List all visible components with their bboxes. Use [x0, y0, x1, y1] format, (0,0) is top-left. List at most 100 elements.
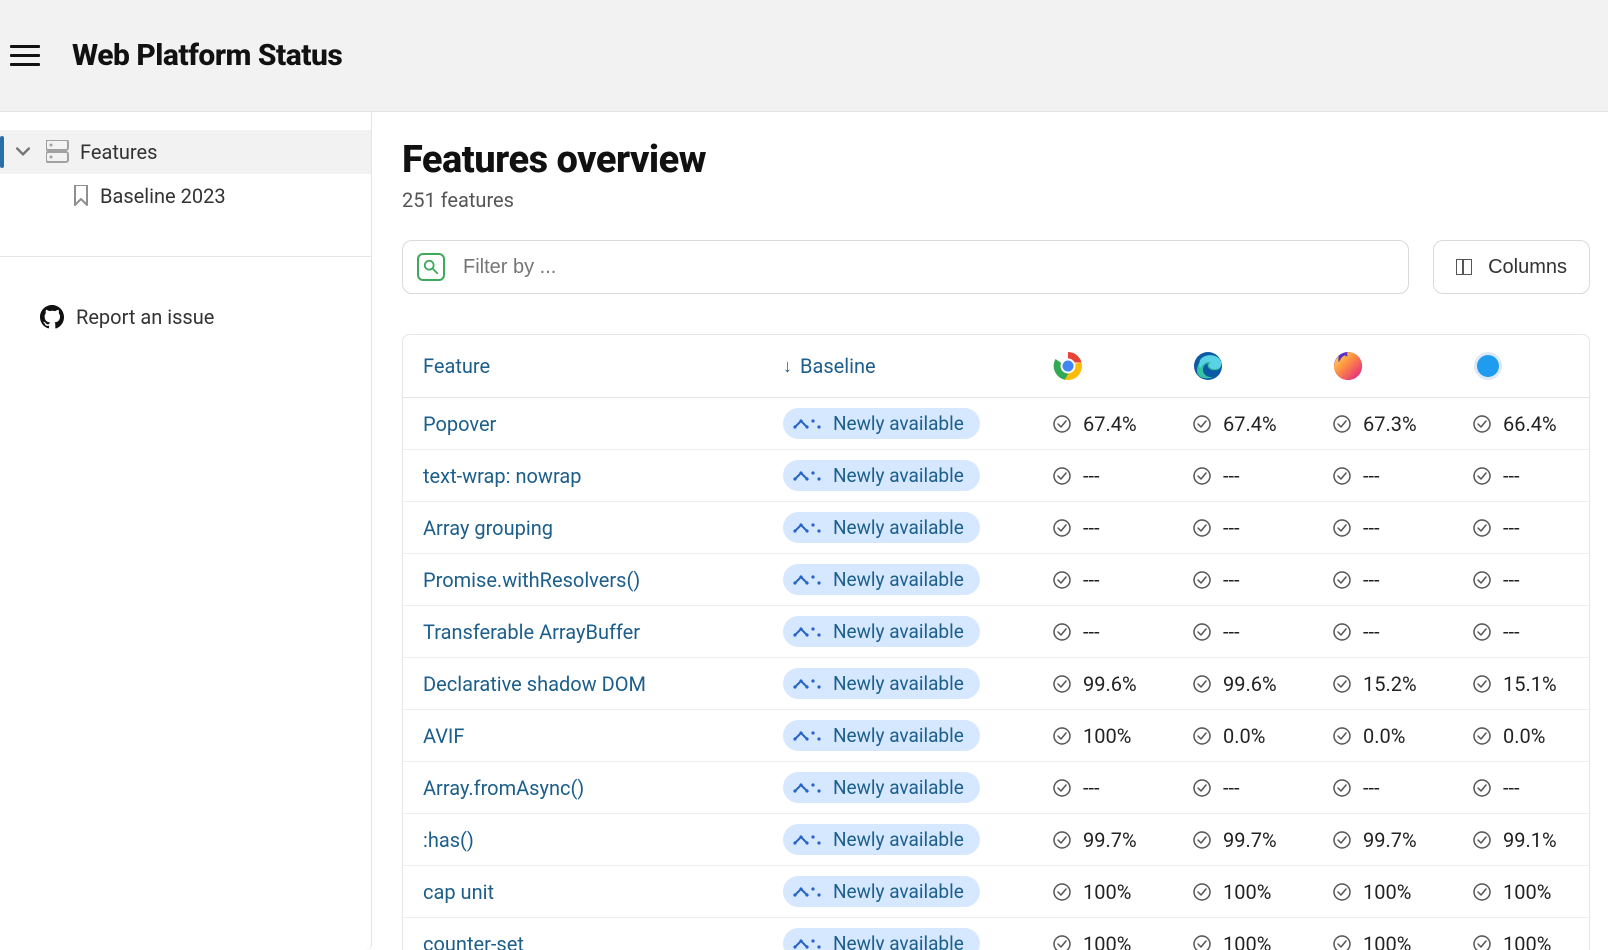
sidebar-baseline-label: Baseline 2023 [100, 184, 226, 208]
check-icon [1333, 727, 1351, 745]
feature-link[interactable]: AVIF [423, 724, 783, 748]
baseline-spark-icon [793, 625, 823, 639]
baseline-cell: Newly available [783, 564, 1053, 595]
baseline-badge: Newly available [783, 824, 980, 855]
browser-value: --- [1333, 776, 1473, 800]
check-icon [1193, 467, 1211, 485]
baseline-badge: Newly available [783, 460, 980, 491]
table-row: AVIF Newly available 100%0.0%0.0%0.0% [403, 710, 1589, 762]
browser-percent: 15.2% [1363, 672, 1417, 696]
browser-value: --- [1473, 568, 1590, 592]
baseline-spark-icon [793, 833, 823, 847]
browser-value: 99.7% [1333, 828, 1473, 852]
feature-link[interactable]: cap unit [423, 880, 783, 904]
browser-value: 100% [1473, 880, 1590, 904]
check-icon [1473, 831, 1491, 849]
menu-icon[interactable] [10, 37, 48, 75]
browser-value: 0.0% [1473, 724, 1590, 748]
sort-down-icon: ↓ [783, 356, 792, 377]
browser-value: 99.7% [1193, 828, 1333, 852]
check-icon [1473, 727, 1491, 745]
check-icon [1333, 571, 1351, 589]
browser-percent: 100% [1223, 880, 1271, 904]
baseline-spark-icon [793, 573, 823, 587]
browser-value: 100% [1053, 724, 1193, 748]
browser-value: 100% [1333, 932, 1473, 950]
browser-percent: 0.0% [1223, 724, 1269, 748]
github-icon [40, 305, 64, 329]
check-icon [1193, 571, 1211, 589]
browser-percent: --- [1083, 464, 1129, 488]
check-icon [1193, 623, 1211, 641]
baseline-cell: Newly available [783, 928, 1053, 950]
check-icon [1333, 883, 1351, 901]
column-baseline-label: Baseline [800, 354, 876, 378]
filter-input[interactable] [463, 256, 1394, 279]
check-icon [1473, 415, 1491, 433]
controls-row: Columns [402, 240, 1590, 294]
browser-value: --- [1193, 776, 1333, 800]
baseline-badge-label: Newly available [833, 828, 964, 851]
check-icon [1333, 935, 1351, 950]
column-feature[interactable]: Feature [423, 354, 783, 378]
feature-link[interactable]: text-wrap: nowrap [423, 464, 783, 488]
filter-box[interactable] [402, 240, 1409, 294]
columns-button[interactable]: Columns [1433, 240, 1590, 294]
feature-link[interactable]: Popover [423, 412, 783, 436]
baseline-badge-label: Newly available [833, 724, 964, 747]
sidebar-item-baseline-2023[interactable]: Baseline 2023 [0, 174, 371, 218]
baseline-badge: Newly available [783, 772, 980, 803]
main: Features overview 251 features Columns F… [372, 112, 1608, 950]
browser-percent: 100% [1223, 932, 1271, 950]
column-edge[interactable] [1193, 351, 1333, 381]
baseline-badge-label: Newly available [833, 620, 964, 643]
browser-percent: --- [1223, 776, 1269, 800]
baseline-badge: Newly available [783, 408, 980, 439]
check-icon [1193, 935, 1211, 950]
browser-percent: 99.6% [1223, 672, 1277, 696]
browser-value: --- [1473, 620, 1590, 644]
sidebar-item-features[interactable]: Features [0, 130, 371, 174]
check-icon [1053, 571, 1071, 589]
feature-link[interactable]: Transferable ArrayBuffer [423, 620, 783, 644]
browser-percent: --- [1363, 516, 1409, 540]
column-firefox[interactable] [1333, 351, 1473, 381]
check-icon [1473, 571, 1491, 589]
column-chrome[interactable] [1053, 351, 1193, 381]
columns-button-label: Columns [1488, 256, 1567, 279]
feature-link[interactable]: Array.fromAsync() [423, 776, 783, 800]
column-safari[interactable] [1473, 351, 1590, 381]
baseline-badge-label: Newly available [833, 412, 964, 435]
browser-percent: --- [1503, 568, 1549, 592]
browser-percent: --- [1083, 568, 1129, 592]
column-baseline[interactable]: ↓ Baseline [783, 354, 1053, 378]
browser-percent: --- [1223, 516, 1269, 540]
browser-value: 100% [1473, 932, 1590, 950]
browser-value: 100% [1053, 932, 1193, 950]
baseline-spark-icon [793, 729, 823, 743]
browser-percent: --- [1363, 620, 1409, 644]
check-icon [1193, 675, 1211, 693]
check-icon [1193, 727, 1211, 745]
check-icon [1193, 415, 1211, 433]
browser-percent: 100% [1083, 932, 1131, 950]
feature-link[interactable]: :has() [423, 828, 783, 852]
baseline-cell: Newly available [783, 668, 1053, 699]
feature-link[interactable]: Promise.withResolvers() [423, 568, 783, 592]
baseline-badge: Newly available [783, 876, 980, 907]
baseline-badge-label: Newly available [833, 776, 964, 799]
baseline-spark-icon [793, 677, 823, 691]
browser-percent: 100% [1083, 880, 1131, 904]
feature-link[interactable]: counter-set [423, 932, 783, 950]
browser-percent: --- [1363, 776, 1409, 800]
sidebar-item-report-issue[interactable]: Report an issue [0, 295, 371, 339]
feature-link[interactable]: Array grouping [423, 516, 783, 540]
browser-value: 0.0% [1193, 724, 1333, 748]
check-icon [1473, 883, 1491, 901]
feature-link[interactable]: Declarative shadow DOM [423, 672, 783, 696]
table-row: Promise.withResolvers() Newly available … [403, 554, 1589, 606]
chevron-down-icon [16, 147, 30, 157]
table-row: Transferable ArrayBuffer Newly available… [403, 606, 1589, 658]
browser-value: --- [1333, 464, 1473, 488]
browser-value: --- [1193, 620, 1333, 644]
